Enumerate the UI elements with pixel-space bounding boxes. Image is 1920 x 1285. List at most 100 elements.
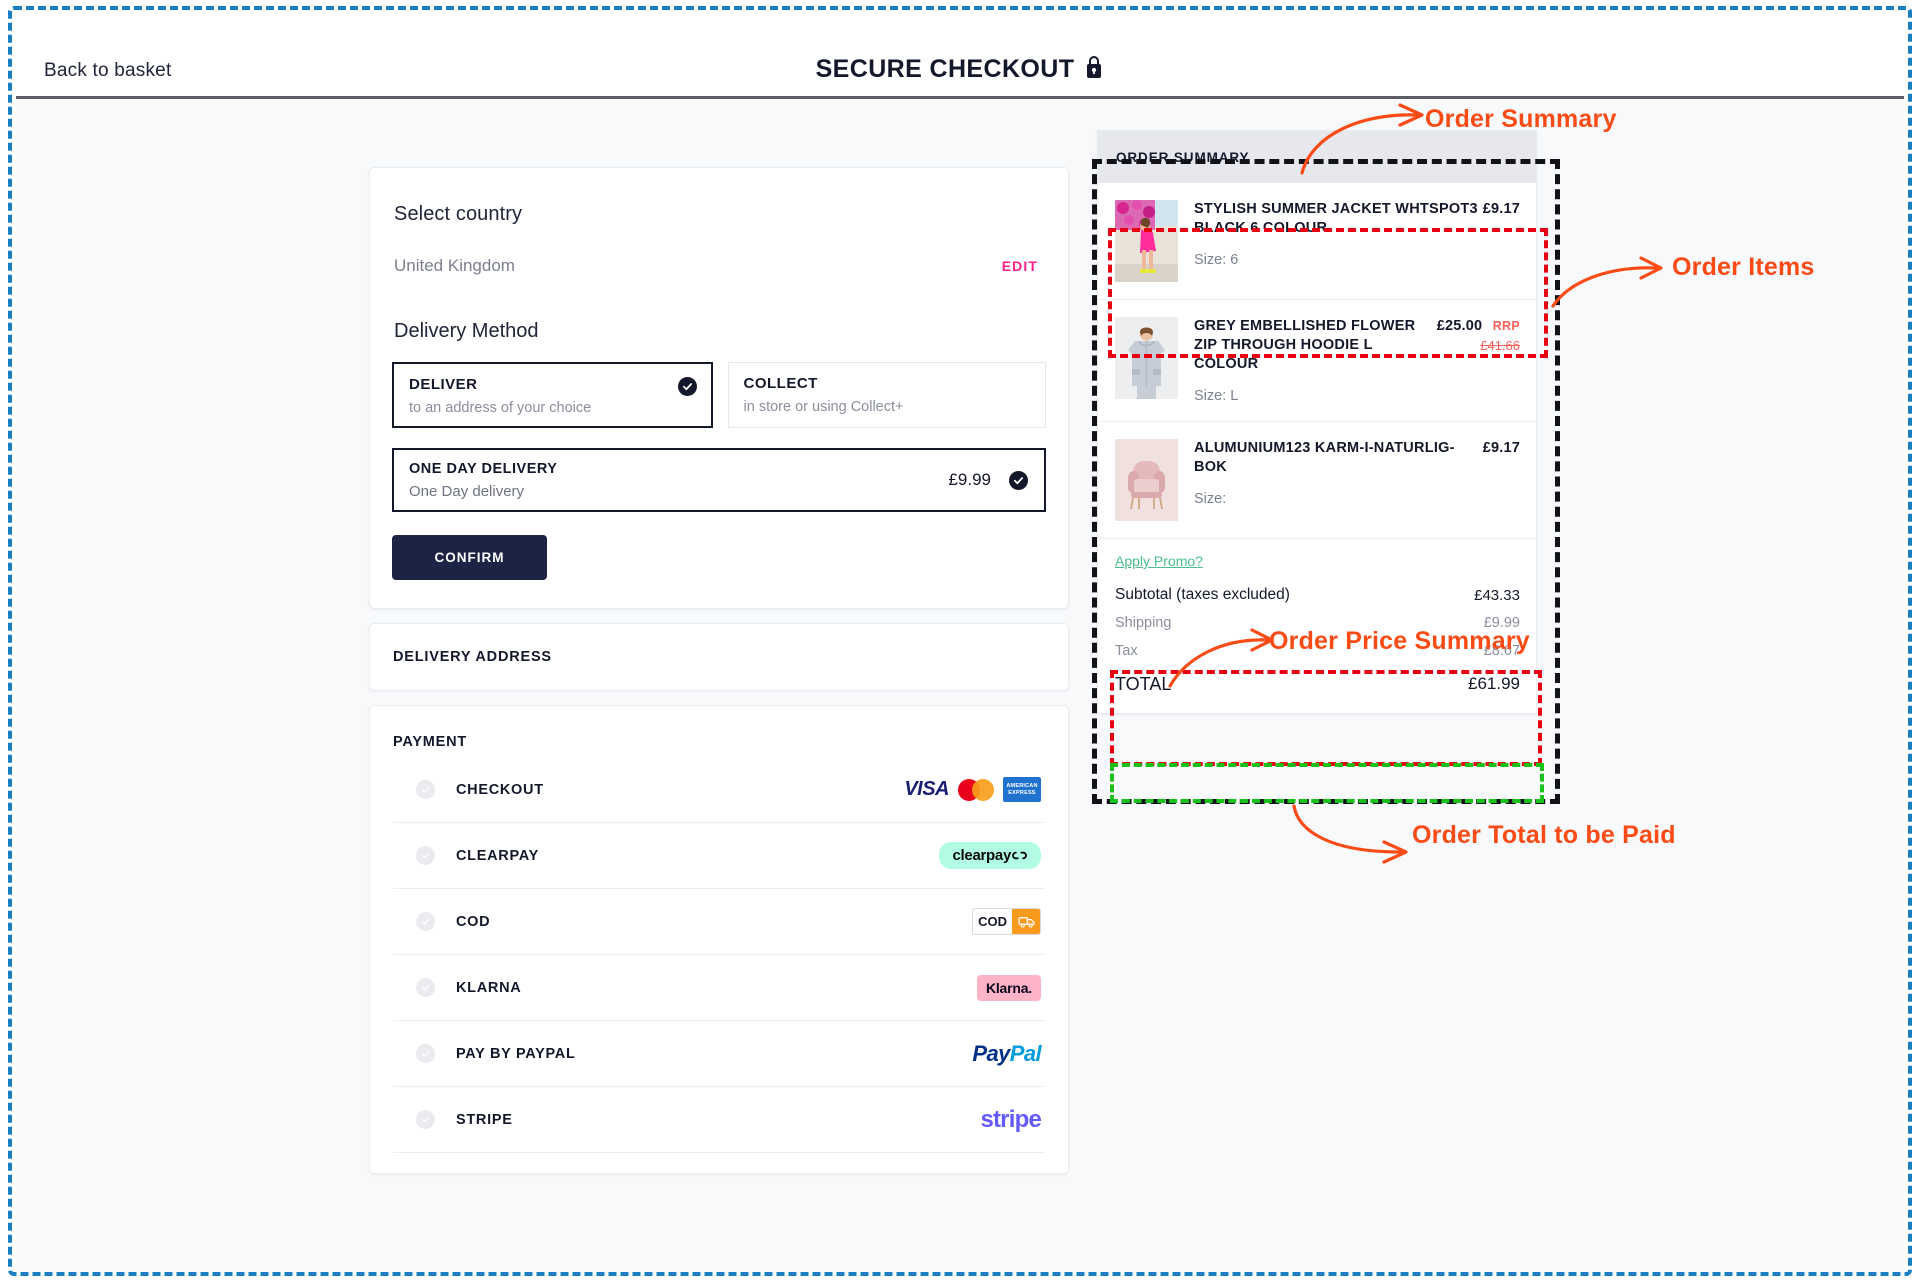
order-item-prices: £9.17 [1479, 439, 1520, 477]
delivery-card: Select country United Kingdom EDIT Deliv… [369, 167, 1069, 609]
radio-icon[interactable] [416, 780, 435, 799]
order-item[interactable]: ALUMUNIUM123 KARM-I-NATURLIG-BOK £9.17 S… [1098, 422, 1536, 539]
klarna-logo: Klarna. [976, 974, 1041, 1001]
order-item-title: STYLISH SUMMER JACKET WHTSPOT3 BLACK 6 C… [1194, 201, 1478, 236]
order-item-body: STYLISH SUMMER JACKET WHTSPOT3 BLACK 6 C… [1194, 200, 1520, 282]
delivery-address-card[interactable]: DELIVERY ADDRESS [369, 623, 1069, 691]
order-item-top: GREY EMBELLISHED FLOWER ZIP THROUGH HOOD… [1194, 317, 1520, 374]
deliver-label: DELIVER [409, 376, 478, 393]
radio-icon[interactable] [416, 978, 435, 997]
country-row: United Kingdom EDIT [394, 256, 1046, 276]
confirm-button[interactable]: CONFIRM [392, 535, 547, 580]
cod-wordmark: COD [973, 909, 1012, 934]
order-item-title: GREY EMBELLISHED FLOWER ZIP THROUGH HOOD… [1194, 318, 1416, 372]
radio-icon[interactable] [416, 846, 435, 865]
order-item-rrp-label: RRP [1492, 319, 1520, 333]
delivery-method-heading: Delivery Method [394, 320, 539, 342]
annotation-label-order-total: Order Total to be Paid [1412, 821, 1676, 849]
shipping-option-desc: One Day delivery [409, 482, 525, 500]
payment-method-logos: COD [972, 908, 1041, 935]
payment-method-label: PAY BY PAYPAL [456, 1045, 576, 1062]
order-item-prices: £9.17 [1479, 200, 1520, 238]
payment-method-clearpay[interactable]: CLEARPAY clearpay [393, 823, 1045, 889]
order-item-size: Size: L [1194, 388, 1239, 404]
page-header: Back to basket SECURE CHECKOUT [16, 14, 1904, 99]
apply-promo-link[interactable]: Apply Promo? [1115, 553, 1203, 569]
clearpay-mark-icon [1012, 851, 1027, 860]
order-summary-heading: ORDER SUMMARY [1116, 149, 1250, 165]
paypal-logo: PayPal [972, 1041, 1041, 1067]
visa-logo: VISA [904, 778, 949, 800]
payment-method-cod[interactable]: COD COD [393, 889, 1045, 955]
payment-method-stripe[interactable]: STRIPE stripe [393, 1087, 1045, 1153]
payment-method-label: CHECKOUT [456, 781, 544, 798]
order-item-price: £25.00 [1436, 318, 1483, 334]
totals-key: Shipping [1115, 615, 1172, 631]
page-title: SECURE CHECKOUT [16, 54, 1904, 85]
payment-method-logos: Klarna. [976, 974, 1041, 1001]
collect-sublabel: in store or using Collect+ [743, 399, 904, 415]
order-item-rrp-value: £41.66 [1480, 338, 1520, 353]
shipping-selected-check-icon [1009, 470, 1028, 490]
cod-truck-icon [1012, 909, 1040, 934]
collect-label: COLLECT [743, 375, 818, 392]
lock-icon [1084, 54, 1104, 85]
order-item-price: £9.17 [1482, 201, 1520, 217]
checkout-page: Back to basket SECURE CHECKOUT Select co… [0, 0, 1920, 1285]
payment-method-label: CLEARPAY [456, 847, 539, 864]
summary-bottom-spacer [1098, 701, 1536, 713]
payment-method-label: STRIPE [456, 1111, 513, 1128]
payment-method-paypal[interactable]: PAY BY PAYPAL PayPal [393, 1021, 1045, 1087]
annotation-label-order-summary: Order Summary [1425, 105, 1617, 133]
delivery-method-deliver[interactable]: DELIVER to an address of your choice [392, 362, 713, 428]
totals-row-grand-total: TOTAL £61.99 [1115, 667, 1520, 701]
checkout-left-column: Select country United Kingdom EDIT Deliv… [369, 167, 1069, 1188]
grand-total-key: TOTAL [1115, 673, 1172, 694]
promo-zone: Apply Promo? [1098, 539, 1536, 571]
cod-logo: COD [972, 908, 1041, 935]
order-item-body: ALUMUNIUM123 KARM-I-NATURLIG-BOK £9.17 S… [1194, 439, 1520, 521]
order-item-prices: £25.00 RRP £41.66 [1433, 317, 1520, 374]
stripe-logo: stripe [980, 1105, 1041, 1133]
page-title-label: SECURE CHECKOUT [815, 55, 1075, 83]
radio-icon[interactable] [416, 912, 435, 931]
payment-label: PAYMENT [393, 734, 468, 750]
payment-method-logos: stripe [980, 1106, 1041, 1134]
totals-row-subtotal: Subtotal (taxes excluded) £43.33 [1115, 581, 1520, 609]
paypal-word-pay: Pay [972, 1040, 1010, 1066]
edit-country-button[interactable]: EDIT [1002, 258, 1038, 274]
payment-card: PAYMENT CHECKOUT VISA AMERICAN EXPRESS C… [369, 705, 1069, 1174]
radio-icon[interactable] [416, 1110, 435, 1129]
order-item-size: Size: 6 [1194, 252, 1239, 268]
order-item[interactable]: GREY EMBELLISHED FLOWER ZIP THROUGH HOOD… [1098, 300, 1536, 422]
shipping-option-price: £9.99 [948, 470, 991, 489]
country-value: United Kingdom [394, 256, 515, 275]
amex-line2: EXPRESS [1008, 789, 1036, 796]
order-item-size: Size: [1194, 491, 1227, 507]
grand-total-value: £61.99 [1468, 674, 1520, 693]
order-item-top: ALUMUNIUM123 KARM-I-NATURLIG-BOK £9.17 [1194, 439, 1520, 477]
payment-method-label: COD [456, 913, 491, 930]
annotation-label-order-items: Order Items [1672, 253, 1815, 281]
deliver-selected-check-icon [677, 377, 697, 396]
product-image-grey-hoodie [1115, 317, 1178, 399]
payment-method-list: CHECKOUT VISA AMERICAN EXPRESS CLEARPAY … [393, 757, 1045, 1153]
totals-key: Tax [1115, 643, 1138, 659]
payment-method-klarna[interactable]: KLARNA Klarna. [393, 955, 1045, 1021]
delivery-method-options: DELIVER to an address of your choice COL… [392, 362, 1046, 428]
delivery-method-collect[interactable]: COLLECT in store or using Collect+ [727, 362, 1046, 428]
deliver-sublabel: to an address of your choice [409, 400, 592, 416]
content-area: Select country United Kingdom EDIT Deliv… [16, 100, 1904, 1274]
mastercard-logo [958, 778, 994, 801]
shipping-option-one-day[interactable]: ONE DAY DELIVERY One Day delivery £9.99 [392, 448, 1046, 512]
order-item-title: ALUMUNIUM123 KARM-I-NATURLIG-BOK [1194, 440, 1455, 475]
order-item-price: £9.17 [1482, 440, 1520, 456]
radio-icon[interactable] [416, 1044, 435, 1063]
order-item[interactable]: STYLISH SUMMER JACKET WHTSPOT3 BLACK 6 C… [1098, 183, 1536, 300]
paypal-word-pal: Pal [1009, 1040, 1042, 1066]
payment-method-checkout[interactable]: CHECKOUT VISA AMERICAN EXPRESS [393, 757, 1045, 823]
annotation-label-order-price-summary: Order Price Summary [1269, 627, 1530, 655]
payment-method-logos: VISA AMERICAN EXPRESS [904, 777, 1041, 802]
select-country-heading: Select country [394, 203, 523, 225]
clearpay-logo: clearpay [938, 842, 1041, 869]
